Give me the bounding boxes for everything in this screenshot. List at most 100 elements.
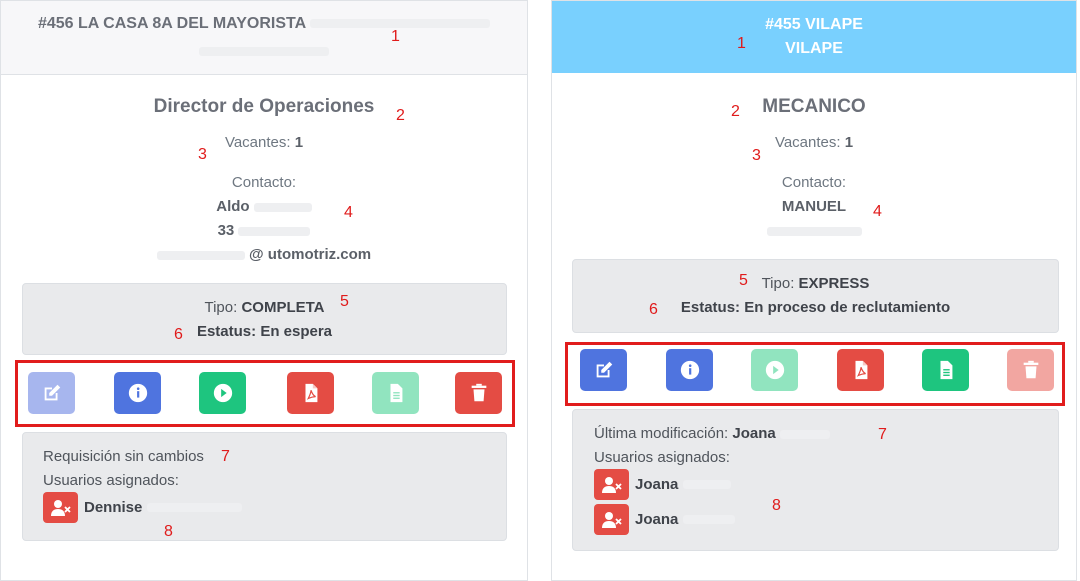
position-title: Director de Operaciones [153, 96, 375, 117]
estatus-value: En proceso de reclutamiento [744, 299, 951, 316]
estatus-line: Estatus: En proceso de reclutamiento [573, 299, 1058, 316]
annotation-number: 2 [731, 103, 740, 120]
assigned-user: Joana [594, 504, 736, 535]
annotation-number: 5 [739, 272, 748, 289]
remove-user-button[interactable] [43, 492, 78, 523]
annotation-number: 8 [164, 523, 173, 540]
card-header: #456 LA CASA 8A DEL MAYORISTA [1, 1, 527, 75]
redacted-text [683, 515, 736, 524]
pdf-icon [855, 360, 867, 380]
delete-button[interactable] [1007, 349, 1054, 391]
remove-user-button[interactable] [594, 469, 629, 500]
pdf-button[interactable] [287, 372, 334, 414]
redacted-text [779, 429, 830, 439]
vacancies-value: 1 [294, 134, 304, 151]
contact-phone [552, 222, 1076, 239]
document-button[interactable] [922, 349, 969, 391]
tipo-value: COMPLETA [241, 299, 325, 316]
estatus-label: Estatus: [196, 323, 257, 340]
card-title: #455 VILAPE [765, 16, 863, 33]
actions-highlight-frame [15, 360, 515, 427]
contact-label: Contacto: [781, 174, 847, 191]
history-box: Requisición sin cambios Usuarios asignad… [22, 432, 507, 541]
redacted-text [310, 19, 491, 29]
redacted-text [156, 250, 245, 260]
annotation-number: 2 [396, 107, 405, 124]
redacted-text [147, 503, 243, 512]
vacancies-value: 1 [844, 134, 854, 151]
vacancies: Vacantes: 1 [1, 134, 527, 151]
status-box: Tipo: COMPLETA Estatus: En espera [22, 283, 507, 355]
vacancies: Vacantes: 1 [552, 134, 1076, 151]
assigned-users-label: Usuarios asignados: [594, 449, 730, 466]
annotation-number: 6 [174, 326, 183, 343]
card-title: #456 LA CASA 8A DEL MAYORISTA [37, 15, 306, 32]
contact-name-text: Aldo [216, 198, 250, 215]
tipo-line: Tipo: EXPRESS [573, 275, 1058, 292]
info-icon [680, 360, 699, 380]
edit-button[interactable] [580, 349, 627, 391]
changes-status: Requisición sin cambios [43, 448, 204, 465]
trash-icon [471, 383, 486, 402]
card-subtitle: VILAPE [785, 40, 843, 57]
user-remove-icon [50, 499, 71, 516]
annotation-number: 4 [873, 203, 882, 220]
last-modification: Última modificación: Joana [594, 425, 830, 442]
card-header: #455 VILAPE VILAPE [552, 1, 1076, 73]
redacted-text [766, 226, 862, 236]
estatus-value: En espera [260, 323, 333, 340]
info-icon [128, 383, 147, 403]
assigned-users-label: Usuarios asignados: [43, 472, 179, 489]
redacted-text [238, 226, 311, 236]
tipo-line: Tipo: COMPLETA [23, 299, 506, 316]
start-button[interactable] [751, 349, 798, 391]
annotation-number: 5 [340, 293, 349, 310]
user-name: Joana [635, 476, 679, 493]
start-button[interactable] [199, 372, 246, 414]
user-name: Joana [635, 511, 679, 528]
user-name: Dennise [84, 499, 143, 516]
contact-name: Aldo [1, 198, 527, 215]
edit-button[interactable] [28, 372, 75, 414]
vacancies-label: Vacantes: [224, 134, 291, 151]
pdf-icon [305, 383, 317, 403]
delete-button[interactable] [455, 372, 502, 414]
info-button[interactable] [666, 349, 713, 391]
estatus-line: Estatus: En espera [23, 323, 506, 340]
estatus-label: Estatus: [680, 299, 741, 316]
info-button[interactable] [114, 372, 161, 414]
history-box: Última modificación: Joana Usuarios asig… [572, 409, 1059, 551]
tipo-label: Tipo: [204, 299, 238, 316]
annotation-number: 8 [772, 497, 781, 514]
document-button[interactable] [372, 372, 419, 414]
tipo-label: Tipo: [761, 275, 795, 292]
last-mod-label: Última modificación: [594, 425, 729, 442]
contact-name: MANUEL [781, 198, 847, 215]
redacted-text [199, 47, 329, 57]
redacted-text [683, 480, 732, 489]
assigned-user: Dennise [43, 492, 243, 523]
tipo-value: EXPRESS [798, 275, 870, 292]
contact-phone: 33 [1, 222, 527, 239]
requisition-card-456: #456 LA CASA 8A DEL MAYORISTA Director d… [0, 0, 528, 581]
position-title: MECANICO [762, 96, 866, 117]
annotation-number: 1 [737, 35, 746, 52]
actions-highlight-frame [565, 342, 1065, 406]
edit-icon [596, 361, 612, 378]
contact-email: @ utomotriz.com [1, 246, 527, 263]
play-icon [765, 360, 784, 380]
annotation-number: 3 [752, 147, 761, 164]
vacancies-label: Vacantes: [774, 134, 841, 151]
trash-icon [1023, 360, 1038, 379]
user-remove-icon [601, 476, 622, 493]
user-remove-icon [601, 511, 622, 528]
pdf-button[interactable] [837, 349, 884, 391]
remove-user-button[interactable] [594, 504, 629, 535]
assigned-user: Joana [594, 469, 732, 500]
play-icon [213, 383, 232, 403]
annotation-number: 6 [649, 301, 658, 318]
annotation-number: 7 [221, 448, 230, 465]
edit-icon [44, 384, 60, 401]
annotation-number: 1 [391, 28, 400, 45]
status-box: Tipo: EXPRESS Estatus: En proceso de rec… [572, 259, 1059, 333]
